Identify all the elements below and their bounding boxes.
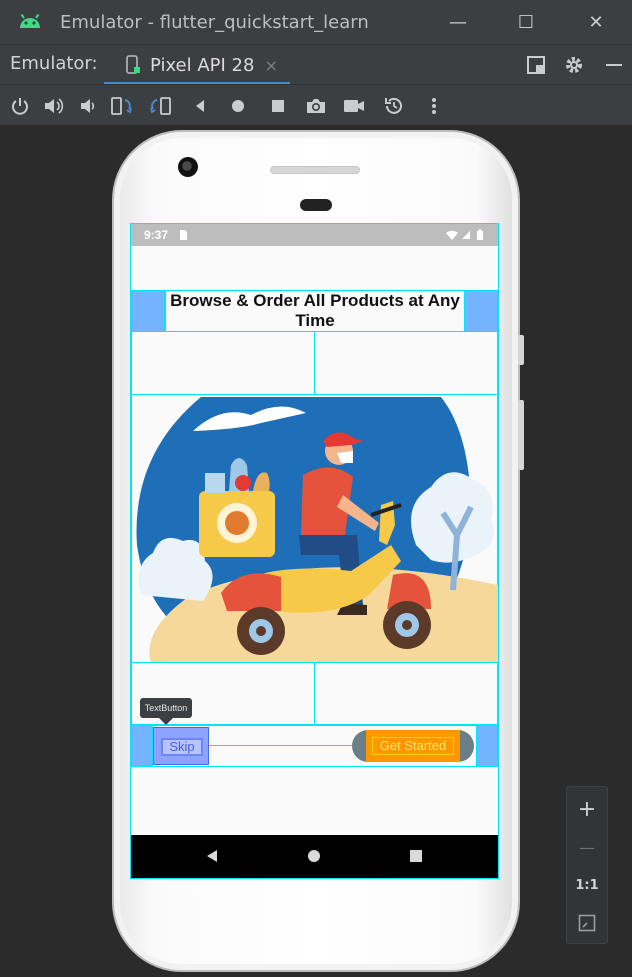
screenshot-camera-icon[interactable] [304, 94, 328, 118]
status-bar: 9:37 [131, 224, 498, 246]
page-heading: Browse & Order All Products at Any Time [165, 290, 465, 332]
settings-gear-icon[interactable] [562, 53, 586, 77]
snapshot-restore-icon[interactable] [382, 94, 406, 118]
earpiece-speaker [270, 166, 360, 174]
wifi-icon [446, 230, 458, 240]
signal-icon [462, 231, 470, 239]
emulator-tab-bar: Emulator: Pixel API 28 × [0, 44, 632, 85]
device-icon [126, 55, 140, 74]
emulator-label: Emulator: [10, 53, 98, 74]
get-started-button[interactable]: Get Started [352, 727, 476, 765]
close-icon: ✕ [588, 11, 604, 33]
zoom-out-icon: — [579, 837, 595, 857]
rotate-left-icon[interactable] [110, 94, 134, 118]
skip-label: Skip [161, 738, 203, 756]
battery-icon [477, 229, 483, 240]
emulator-toolbar [0, 84, 632, 126]
maximize-button[interactable]: ☐ [492, 0, 560, 44]
android-icon [20, 13, 40, 28]
zoom-in-button[interactable]: + [567, 791, 607, 827]
nav-home-icon[interactable] [307, 849, 321, 863]
tab-close-icon[interactable]: × [264, 56, 277, 75]
nav-overview-icon[interactable] [409, 849, 423, 863]
sd-card-icon [180, 230, 188, 240]
close-button[interactable]: ✕ [562, 0, 630, 44]
delivery-scooter-illustration [136, 397, 498, 663]
power-icon[interactable] [8, 94, 32, 118]
actual-size-label: 1:1 [575, 877, 599, 893]
volume-up-icon[interactable] [42, 94, 66, 118]
spacer-line [209, 745, 352, 746]
title-bar: Emulator - flutter_quickstart_learn — ☐ … [0, 0, 632, 44]
tab-pixel-api-28[interactable]: Pixel API 28 × [104, 45, 290, 85]
rotate-right-icon[interactable] [148, 94, 172, 118]
minimize-button[interactable]: — [424, 0, 492, 44]
spacer-left-guide [131, 331, 315, 395]
minimize-icon: — [449, 11, 467, 33]
zoom-panel: + — 1:1 [566, 786, 608, 944]
front-camera [178, 157, 198, 177]
home-icon[interactable] [226, 94, 250, 118]
zoom-out-button[interactable]: — [567, 829, 607, 865]
layout-icon[interactable] [524, 53, 548, 77]
proximity-sensor [300, 199, 332, 211]
hide-panel-icon[interactable] [602, 53, 626, 77]
status-time: 9:37 [144, 228, 169, 242]
spacer-bottom-right-guide [314, 662, 498, 725]
skip-button[interactable]: Skip [153, 727, 209, 765]
button-cap-right [458, 730, 474, 762]
zoom-actual-size-button[interactable]: 1:1 [567, 867, 607, 903]
volume-down-icon[interactable] [76, 94, 100, 118]
spacer-right-guide [314, 331, 498, 395]
overview-icon[interactable] [266, 94, 290, 118]
get-started-label: Get Started [372, 737, 454, 755]
zoom-in-icon: + [577, 796, 597, 822]
device-power-button[interactable] [518, 335, 524, 365]
widget-tooltip: TextButton [140, 698, 192, 725]
android-nav-bar [131, 835, 498, 878]
window-title: Emulator - flutter_quickstart_learn [60, 11, 369, 33]
screen-record-icon[interactable] [342, 94, 366, 118]
zoom-fit-button[interactable] [567, 905, 607, 941]
tab-label: Pixel API 28 [150, 54, 255, 76]
fit-screen-icon [578, 914, 596, 932]
nav-back-icon[interactable] [205, 849, 219, 863]
maximize-icon: ☐ [517, 11, 535, 33]
back-icon[interactable] [188, 94, 212, 118]
device-volume-button[interactable] [518, 400, 524, 470]
more-options-icon[interactable] [422, 94, 446, 118]
phone-screen: 9:37 Browse & Order All Products at Any … [130, 223, 499, 879]
